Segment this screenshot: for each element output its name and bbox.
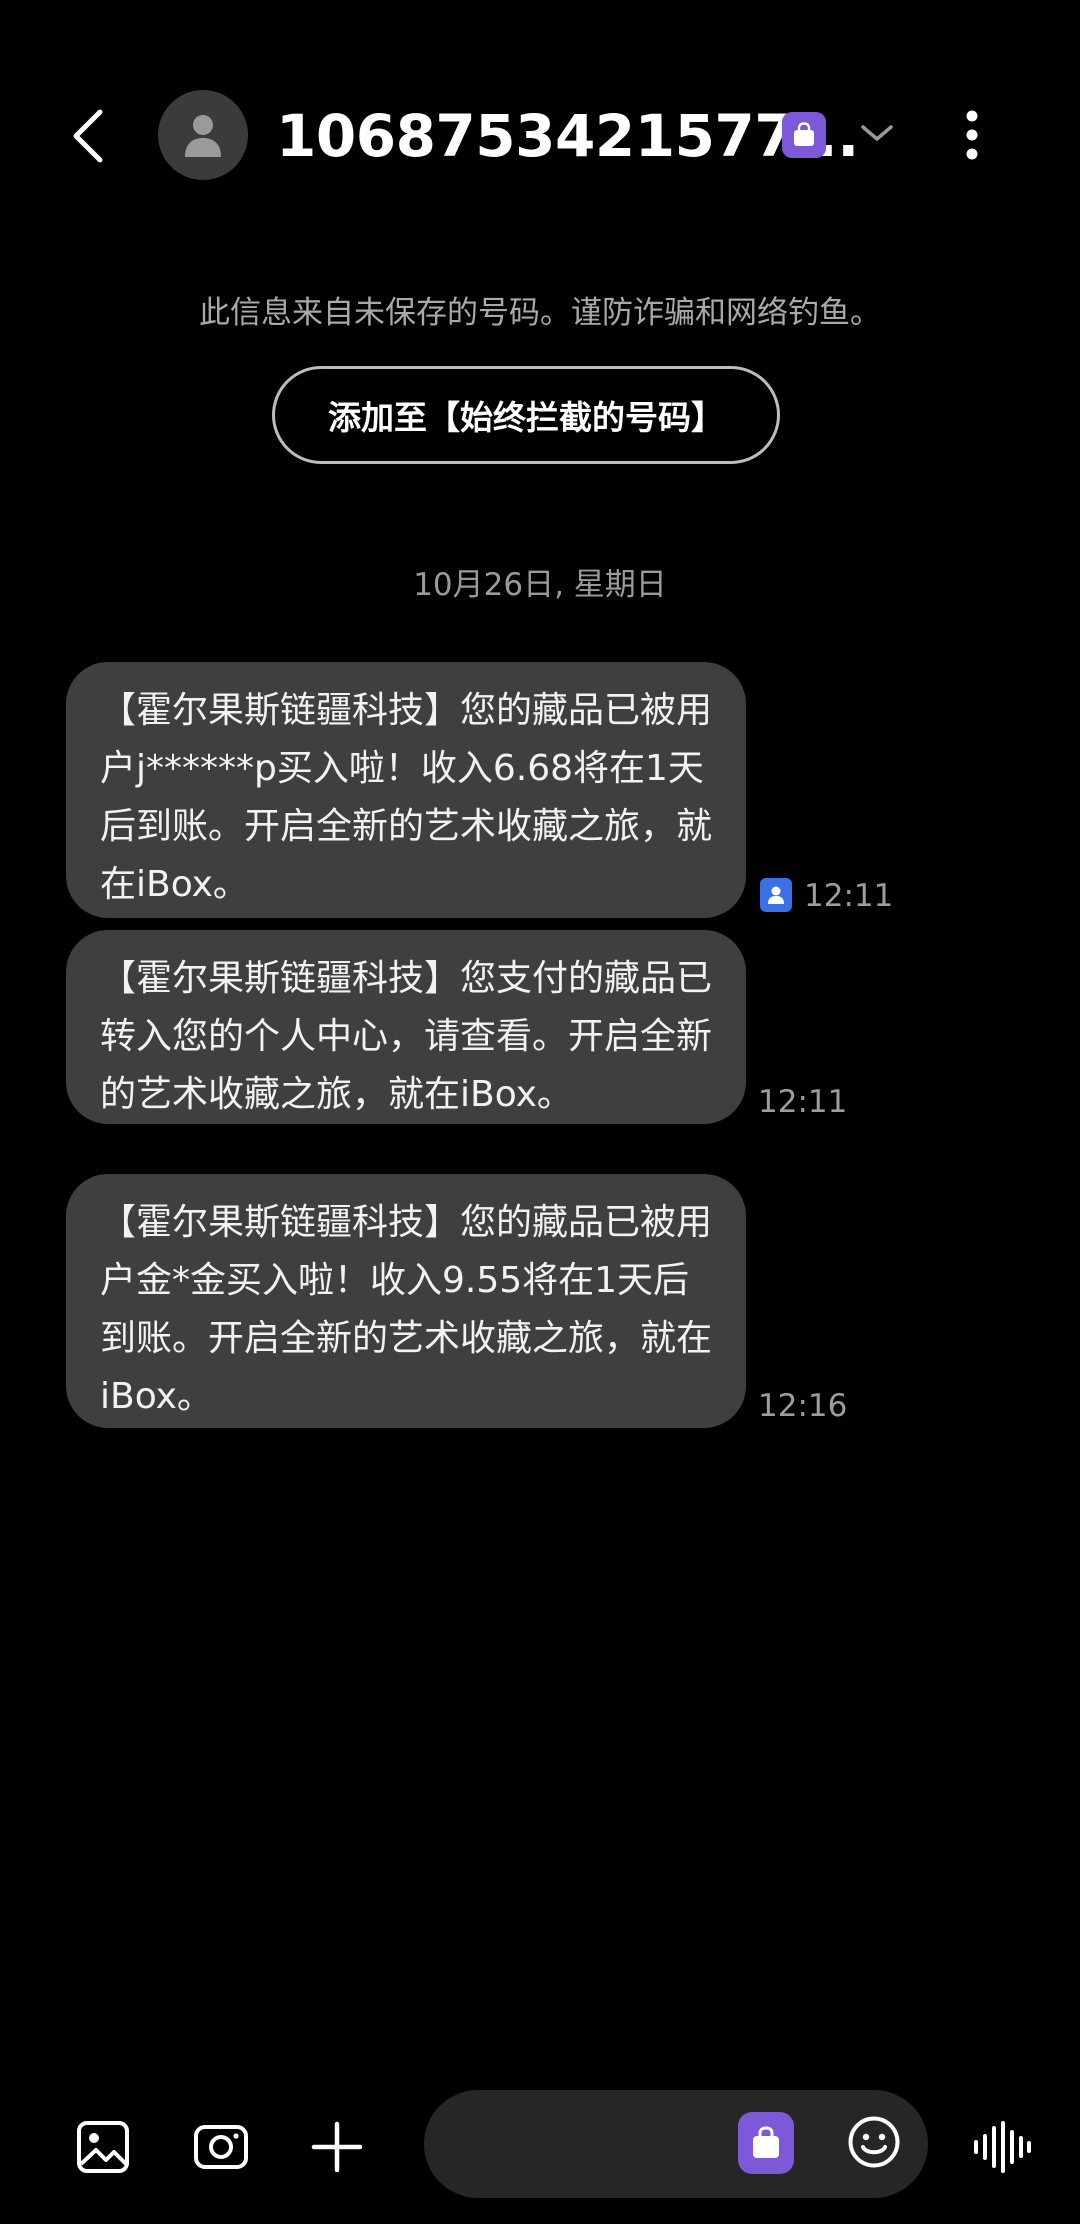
camera-button[interactable]: [186, 2112, 256, 2182]
chevron-left-icon: [73, 109, 103, 163]
shopping-bag-icon: [794, 122, 814, 146]
sound-wave-icon: [974, 2121, 1031, 2173]
message-time: 12:11: [804, 878, 894, 914]
contact-card-icon[interactable]: [760, 878, 792, 912]
plus-icon: [311, 2121, 363, 2173]
message-bubble[interactable]: 【霍尔果斯链疆科技】您支付的藏品已转入您的个人中心，请查看。开启全新的艺术收藏之…: [66, 930, 746, 1124]
person-icon: [185, 115, 221, 157]
block-number-button[interactable]: 添加至【始终拦截的号码】: [272, 366, 780, 464]
app-badge[interactable]: [782, 112, 826, 158]
image-icon: [77, 2121, 129, 2173]
expand-dropdown-button[interactable]: [852, 108, 902, 158]
unsaved-number-warning: 此信息来自未保存的号码。谨防诈骗和网络钓鱼。: [199, 295, 881, 331]
add-attachment-button[interactable]: [302, 2112, 372, 2182]
date-divider: 10月26日, 星期日: [413, 567, 667, 603]
more-options-button[interactable]: [950, 100, 994, 170]
emoji-button[interactable]: [846, 2114, 902, 2170]
message-bubble[interactable]: 【霍尔果斯链疆科技】您的藏品已被用户j******p买入啦！收入6.68将在1天…: [66, 662, 746, 918]
gallery-button[interactable]: [68, 2112, 138, 2182]
avatar[interactable]: [158, 90, 248, 180]
message-bubble[interactable]: 【霍尔果斯链疆科技】您的藏品已被用户金*金买入啦！收入9.55将在1天后到账。开…: [66, 1174, 746, 1428]
chevron-down-icon: [861, 125, 893, 141]
camera-icon: [194, 2125, 248, 2169]
contact-title[interactable]: 1068753421577...: [276, 96, 859, 176]
message-time: 12:16: [758, 1388, 848, 1424]
smiley-icon: [848, 2116, 900, 2168]
conversation-header: 1068753421577...: [0, 0, 1080, 230]
shopping-bag-icon: [753, 2126, 779, 2158]
voice-record-button[interactable]: [962, 2112, 1042, 2182]
back-button[interactable]: [52, 96, 124, 176]
app-shortcut-button[interactable]: [738, 2112, 794, 2174]
message-time: 12:11: [758, 1084, 848, 1120]
more-vertical-icon: [966, 110, 978, 160]
message-input[interactable]: [460, 2108, 724, 2182]
